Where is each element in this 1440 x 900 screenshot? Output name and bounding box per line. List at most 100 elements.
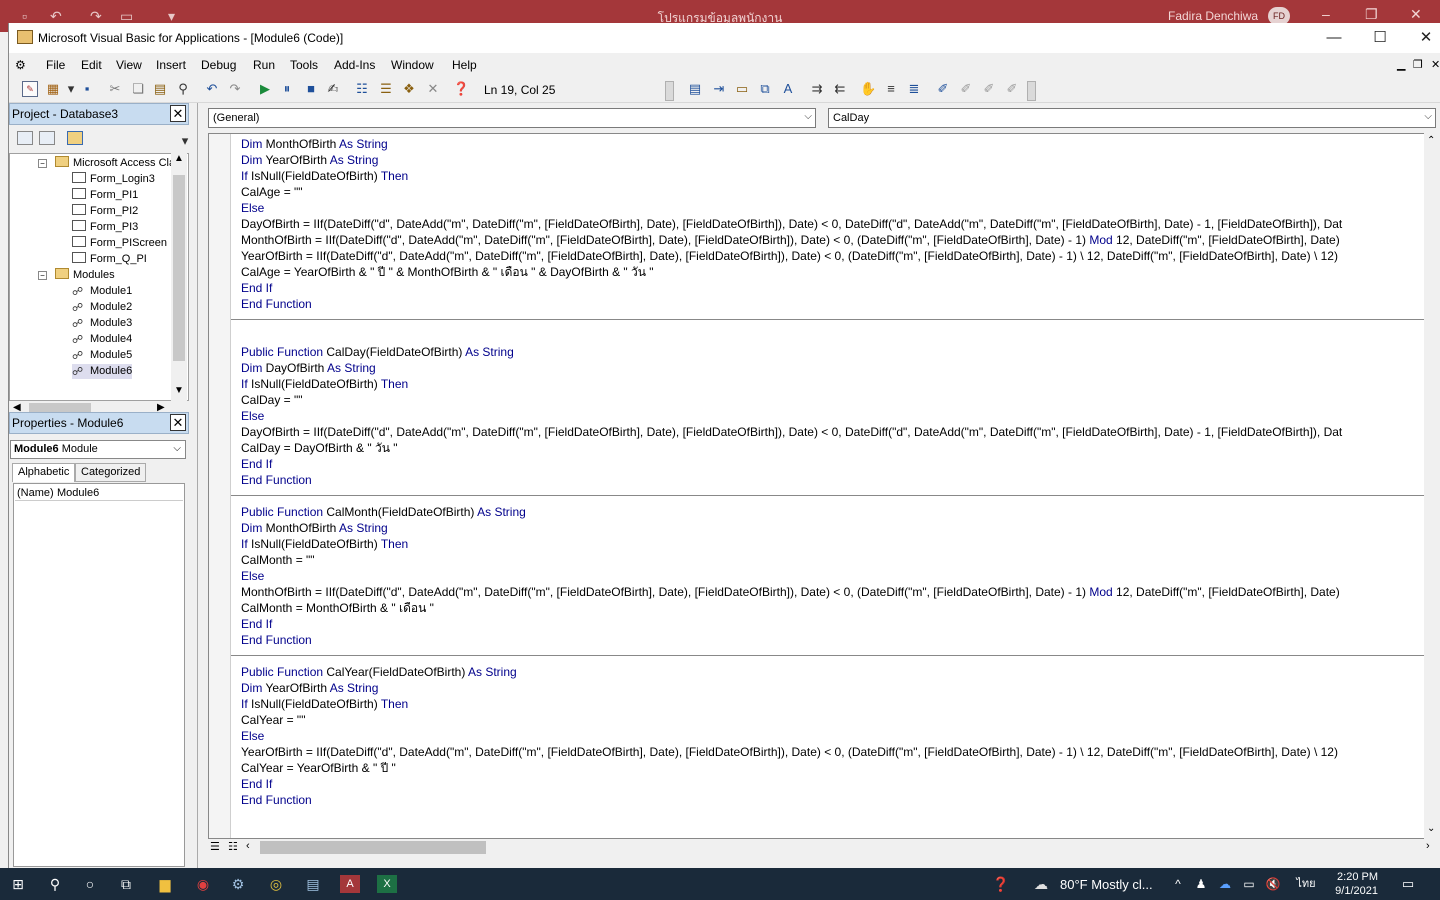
code-line[interactable]: CalYear = YearOfBirth & " ปี " xyxy=(241,760,396,776)
design-mode-icon[interactable]: ✍ xyxy=(325,81,341,97)
toggle-bookmark-icon[interactable]: ✐ xyxy=(935,81,951,97)
code-line[interactable]: Else xyxy=(241,568,264,584)
tree-item-module[interactable]: ☍ Module1 xyxy=(72,284,132,299)
chevron-down-icon[interactable]: ⌵ xyxy=(173,443,181,454)
properties-close-button[interactable]: ✕ xyxy=(170,414,186,431)
clock[interactable]: 2:20 PM 9/1/2021 xyxy=(1328,870,1378,898)
code-line[interactable]: End Function xyxy=(241,296,312,312)
object-select[interactable]: Module6 Module ⌵ xyxy=(10,440,186,459)
cortana-icon[interactable]: ○ xyxy=(80,875,100,893)
help-icon[interactable]: ❓ xyxy=(990,875,1012,893)
scroll-down-icon[interactable]: ⌄ xyxy=(1427,823,1435,834)
code-line[interactable]: If IsNull(FieldDateOfBirth) Then xyxy=(241,168,408,184)
tree-node-modules[interactable]: Modules xyxy=(55,268,115,283)
menu-file[interactable]: File xyxy=(46,58,65,72)
clear-bookmarks-icon[interactable]: ✐ xyxy=(1004,81,1020,97)
code-line[interactable]: CalAge = YearOfBirth & " ปี " & MonthOfB… xyxy=(241,264,654,280)
child-close-icon[interactable]: ✕ xyxy=(1431,58,1440,71)
weather-icon[interactable]: ☁ xyxy=(1030,875,1052,893)
tree-item-form[interactable]: Form_PI3 xyxy=(72,220,138,235)
menu-view[interactable]: View xyxy=(116,58,142,72)
tree-node-access-objects[interactable]: Microsoft Access Cla xyxy=(55,156,175,171)
minimize-button[interactable]: — xyxy=(1319,27,1349,49)
code-line[interactable]: End Function xyxy=(241,792,312,808)
task-view-icon[interactable]: ⧉ xyxy=(116,875,136,893)
redo-icon[interactable]: ↷ xyxy=(227,81,243,97)
properties-window-icon[interactable]: ☰ xyxy=(378,81,394,97)
code-horizontal-scrollbar[interactable]: ☰ ☷ ‹ › xyxy=(208,839,1440,857)
cut-icon[interactable]: ✂ xyxy=(107,81,123,97)
copy-icon[interactable]: ❏ xyxy=(130,81,146,97)
app-icon[interactable]: ◉ xyxy=(193,875,213,893)
tree-item-form[interactable]: Form_PI1 xyxy=(72,188,138,203)
tree-item-module[interactable]: ☍ Module3 xyxy=(72,316,132,331)
tree-item-module-selected[interactable]: ☍ Module6 xyxy=(72,364,133,379)
code-line[interactable]: Dim MonthOfBirth As String xyxy=(241,520,388,536)
code-line[interactable]: Dim MonthOfBirth As String xyxy=(241,136,388,152)
view-object-icon[interactable] xyxy=(39,131,55,145)
previous-bookmark-icon[interactable]: ✐ xyxy=(981,81,997,97)
code-line[interactable]: Dim DayOfBirth As String xyxy=(241,360,376,376)
tree-item-form[interactable]: Form_Q_PI xyxy=(72,252,147,267)
code-line[interactable]: If IsNull(FieldDateOfBirth) Then xyxy=(241,536,408,552)
code-line[interactable]: MonthOfBirth = IIf(DateDiff("d", DateAdd… xyxy=(241,584,1340,600)
code-line[interactable]: YearOfBirth = IIf(DateDiff("d", DateAdd(… xyxy=(241,248,1338,264)
indent-icon[interactable]: ⇉ xyxy=(809,81,825,97)
scroll-down-icon[interactable]: ▾ xyxy=(177,133,193,149)
scroll-up-icon[interactable]: ⌃ xyxy=(1427,135,1435,146)
scroll-down-icon[interactable]: ▼ xyxy=(174,385,184,396)
scroll-left-icon[interactable]: ‹ xyxy=(246,840,250,852)
menu-run[interactable]: Run xyxy=(253,58,275,72)
file-explorer-icon[interactable]: ▆ xyxy=(155,875,175,893)
code-vertical-scrollbar[interactable]: ⌃ ⌄ xyxy=(1424,133,1440,839)
menu-tools[interactable]: Tools xyxy=(290,58,318,72)
menu-edit[interactable]: Edit xyxy=(81,58,102,72)
network-icon[interactable]: ▭ xyxy=(1240,875,1258,893)
user-name[interactable]: Fadira Denchiwa xyxy=(1168,9,1258,23)
insert-userform-icon[interactable]: ▦ xyxy=(45,81,61,97)
code-line[interactable]: Dim YearOfBirth As String xyxy=(241,680,378,696)
find-icon[interactable]: ⚲ xyxy=(175,81,191,97)
chevron-down-icon[interactable]: ⌵ xyxy=(1424,111,1432,122)
weather-text[interactable]: 80°F Mostly cl... xyxy=(1060,877,1153,892)
reset-icon[interactable]: ■ xyxy=(303,81,319,97)
tree-item-form[interactable]: Form_Login3 xyxy=(72,172,155,187)
comment-block-icon[interactable]: ≡ xyxy=(883,81,899,97)
code-line[interactable]: DayOfBirth = IIf(DateDiff("d", DateAdd("… xyxy=(241,216,1342,232)
scroll-thumb[interactable] xyxy=(260,841,486,854)
chrome-icon[interactable]: ◎ xyxy=(266,875,286,893)
code-line[interactable]: If IsNull(FieldDateOfBirth) Then xyxy=(241,696,408,712)
onedrive-icon[interactable]: ☁ xyxy=(1216,875,1234,893)
tree-item-form[interactable]: Form_PI2 xyxy=(72,204,138,219)
child-restore-icon[interactable]: ❐ xyxy=(1413,58,1423,71)
view-code-icon[interactable] xyxy=(17,131,33,145)
list-constants-icon[interactable]: ⇥ xyxy=(711,81,727,97)
code-editor[interactable]: Dim MonthOfBirth As String Dim YearOfBirt… xyxy=(208,133,1436,839)
menu-add-ins[interactable]: Add-Ins xyxy=(334,58,375,72)
access-icon[interactable]: A xyxy=(340,875,360,893)
scroll-thumb[interactable] xyxy=(173,175,185,361)
help-icon[interactable]: ❓ xyxy=(453,81,469,97)
menu-app-icon[interactable]: ⚙ xyxy=(15,58,26,72)
view-access-icon[interactable]: ✎ xyxy=(22,81,38,97)
code-line[interactable]: Else xyxy=(241,200,264,216)
input-language[interactable]: ไทย xyxy=(1292,875,1320,893)
procedure-view-icon[interactable]: ☰ xyxy=(210,840,220,853)
code-line[interactable]: CalAge = "" xyxy=(241,184,303,200)
toolbar-grip-2[interactable] xyxy=(1027,81,1036,101)
project-close-button[interactable]: ✕ xyxy=(170,105,186,122)
quick-info-icon[interactable]: ▭ xyxy=(734,81,750,97)
code-line[interactable]: Public Function CalDay(FieldDateOfBirth)… xyxy=(241,344,514,360)
tab-alphabetic[interactable]: Alphabetic xyxy=(12,463,76,482)
code-line[interactable]: CalMonth = "" xyxy=(241,552,315,568)
collapse-icon[interactable]: − xyxy=(38,159,47,168)
code-line[interactable]: If IsNull(FieldDateOfBirth) Then xyxy=(241,376,408,392)
excel-icon[interactable]: X xyxy=(377,875,397,893)
tree-item-module[interactable]: ☍ Module5 xyxy=(72,348,132,363)
chevron-down-icon[interactable]: ⌵ xyxy=(804,111,812,122)
break-icon[interactable]: ⏸ xyxy=(279,81,295,97)
complete-word-icon[interactable]: A xyxy=(780,81,796,97)
object-dropdown[interactable]: (General) ⌵ xyxy=(208,108,816,128)
code-line[interactable]: CalYear = "" xyxy=(241,712,305,728)
scroll-right-icon[interactable]: › xyxy=(1426,840,1430,852)
